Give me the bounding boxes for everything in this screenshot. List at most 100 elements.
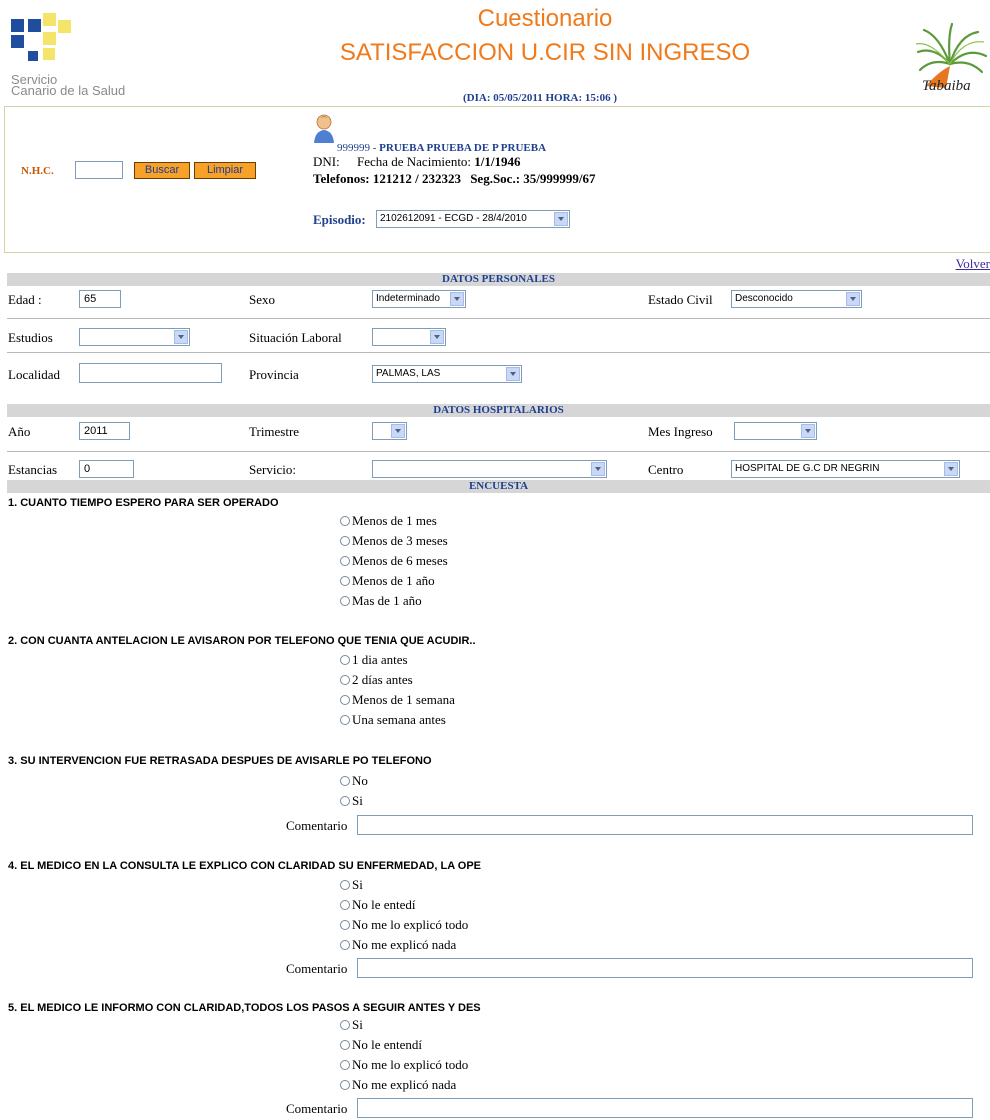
radio-option[interactable]: Si <box>340 877 363 893</box>
chevron-down-icon[interactable] <box>450 292 464 306</box>
radio-button[interactable] <box>340 596 350 606</box>
edad-input[interactable] <box>79 290 121 308</box>
radio-option[interactable]: No me explicó nada <box>340 1077 456 1093</box>
radio-button[interactable] <box>340 516 350 526</box>
logo-text-line2: Canario de la Salud <box>11 83 126 98</box>
birth-label: Fecha de Nacimiento: <box>356 154 472 169</box>
radio-option[interactable]: Mas de 1 año <box>340 593 422 609</box>
volver-link[interactable]: Volver <box>956 256 990 272</box>
datetime-label: (DIA: 05/05/2011 HORA: 15:06 ) <box>463 92 617 104</box>
radio-option[interactable]: No me lo explicó todo <box>340 917 468 933</box>
nhc-input[interactable] <box>75 161 123 179</box>
search-button[interactable]: Buscar <box>134 162 190 179</box>
logo-square <box>43 32 56 45</box>
radio-option[interactable]: Menos de 3 meses <box>340 533 448 549</box>
comment-input[interactable] <box>357 1098 973 1118</box>
page-title: Cuestionario <box>477 5 613 32</box>
chevron-down-icon[interactable] <box>554 212 568 226</box>
situacion-laboral-select[interactable] <box>372 328 446 346</box>
question-title: 2. CON CUANTA ANTELACION LE AVISARON POR… <box>8 635 476 647</box>
radio-option[interactable]: 2 días antes <box>340 672 413 688</box>
radio-option[interactable]: Si <box>340 1017 363 1033</box>
sexo-select[interactable]: Indeterminado <box>372 290 466 308</box>
radio-button[interactable] <box>340 920 350 930</box>
comment-label: Comentario <box>286 1101 348 1116</box>
logo-square <box>11 19 24 32</box>
comment-label: Comentario <box>286 961 348 976</box>
servicio-label: Servicio: <box>249 462 296 477</box>
radio-button[interactable] <box>340 536 350 546</box>
section-datos-personales: DATOS PERSONALES <box>7 273 990 286</box>
radio-button[interactable] <box>340 880 350 890</box>
section-encuesta: ENCUESTA <box>7 480 990 493</box>
radio-button[interactable] <box>340 655 350 665</box>
radio-button[interactable] <box>340 900 350 910</box>
chevron-down-icon[interactable] <box>591 462 605 476</box>
option-label: No me lo explicó todo <box>352 917 469 932</box>
sexo-value: Indeterminado <box>376 293 440 304</box>
provincia-value: PALMAS, LAS <box>376 368 441 379</box>
logo-square <box>43 48 55 60</box>
chevron-down-icon[interactable] <box>430 330 444 344</box>
radio-button[interactable] <box>340 1040 350 1050</box>
clear-button[interactable]: Limpiar <box>194 162 256 179</box>
radio-option[interactable]: 1 dia antes <box>340 652 408 668</box>
radio-button[interactable] <box>340 695 350 705</box>
palm-icon: Tabaiba <box>915 22 988 94</box>
comment-input[interactable] <box>357 815 973 835</box>
radio-option[interactable]: Una semana antes <box>340 712 446 728</box>
radio-option[interactable]: No le entedí <box>340 897 416 913</box>
estudios-select[interactable] <box>79 328 190 346</box>
servicio-select[interactable] <box>372 460 607 478</box>
trimestre-select[interactable] <box>372 422 407 440</box>
radio-button[interactable] <box>340 1060 350 1070</box>
radio-button[interactable] <box>340 796 350 806</box>
radio-option[interactable]: Menos de 6 meses <box>340 553 448 569</box>
option-label: No le entendí <box>352 1037 423 1052</box>
row-divider <box>7 451 990 452</box>
anio-label: Año <box>8 424 31 439</box>
radio-button[interactable] <box>340 940 350 950</box>
question-title: 3. SU INTERVENCION FUE RETRASADA DESPUES… <box>8 755 432 767</box>
radio-option[interactable]: No me lo explicó todo <box>340 1057 468 1073</box>
chevron-down-icon[interactable] <box>391 424 405 438</box>
radio-button[interactable] <box>340 675 350 685</box>
patient-phones-row: Telefonos: 121212 / 232323 Seg.Soc.: 35/… <box>313 171 596 187</box>
estancias-label: Estancias <box>8 462 58 477</box>
radio-option[interactable]: Si <box>340 793 363 809</box>
radio-button[interactable] <box>340 576 350 586</box>
anio-input[interactable] <box>79 422 130 440</box>
radio-option[interactable]: Menos de 1 año <box>340 573 435 589</box>
radio-button[interactable] <box>340 1020 350 1030</box>
option-label: Si <box>352 1017 363 1032</box>
situacion-laboral-label: Situación Laboral <box>249 330 342 345</box>
radio-option[interactable]: Menos de 1 mes <box>340 513 437 529</box>
section-datos-hospitalarios: DATOS HOSPITALARIOS <box>7 404 990 417</box>
estancias-input[interactable] <box>79 460 134 478</box>
chevron-down-icon[interactable] <box>506 367 520 381</box>
localidad-input[interactable] <box>79 363 222 383</box>
centro-select[interactable]: HOSPITAL DE G.C DR NEGRIN <box>731 460 960 478</box>
chevron-down-icon[interactable] <box>846 292 860 306</box>
nhc-label: N.H.C. <box>21 165 54 177</box>
option-label: Menos de 6 meses <box>352 553 448 568</box>
estado-civil-select[interactable]: Desconocido <box>731 290 862 308</box>
mes-ingreso-select[interactable] <box>734 422 817 440</box>
radio-option[interactable]: Menos de 1 semana <box>340 692 455 708</box>
chevron-down-icon[interactable] <box>944 462 958 476</box>
radio-option[interactable]: No le entendí <box>340 1037 422 1053</box>
radio-option[interactable]: No me explicó nada <box>340 937 456 953</box>
radio-option[interactable]: No <box>340 773 368 789</box>
chevron-down-icon[interactable] <box>174 330 188 344</box>
comment-input[interactable] <box>357 958 973 978</box>
chevron-down-icon[interactable] <box>801 424 815 438</box>
mes-ingreso-label: Mes Ingreso <box>648 424 713 439</box>
birth-value: 1/1/1946 <box>474 154 521 169</box>
radio-button[interactable] <box>340 556 350 566</box>
radio-button[interactable] <box>340 715 350 725</box>
radio-button[interactable] <box>340 1080 350 1090</box>
episode-select[interactable]: 2102612091 - ECGD - 28/4/2010 <box>376 210 570 228</box>
radio-button[interactable] <box>340 776 350 786</box>
provincia-select[interactable]: PALMAS, LAS <box>372 365 522 383</box>
patient-id: 999999 <box>337 142 370 154</box>
